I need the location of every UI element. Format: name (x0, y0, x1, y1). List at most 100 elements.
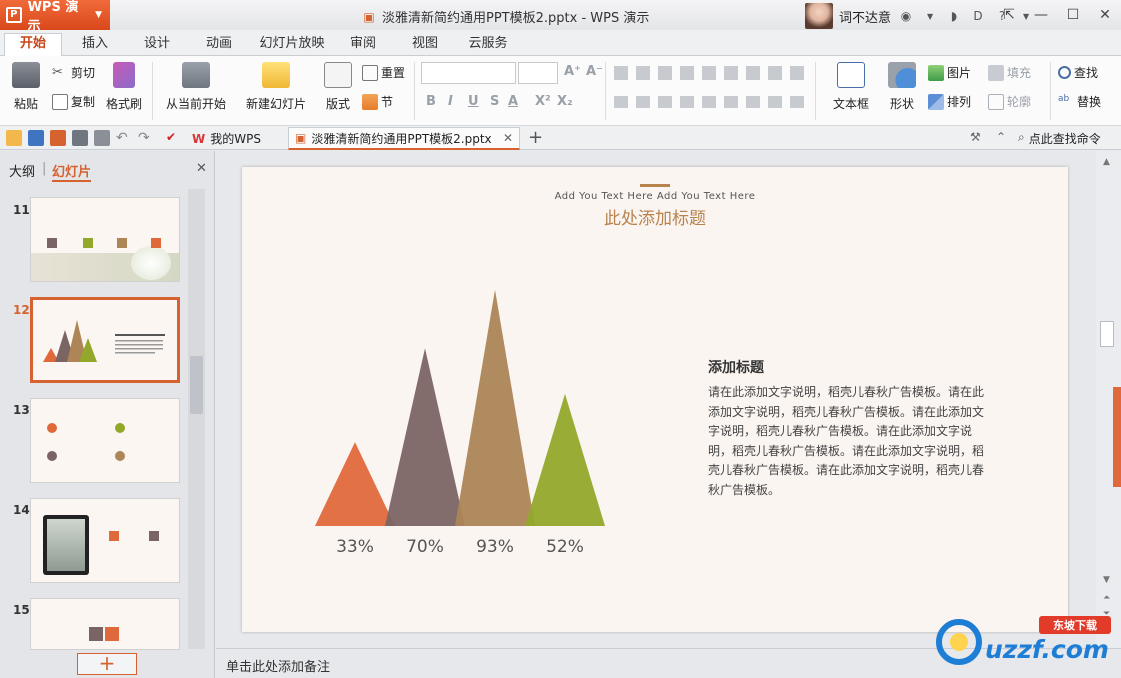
vertical-scrollbar[interactable]: ▲ ▼ ⏶ ⏷ (1096, 151, 1121, 648)
fullscreen-icon[interactable]: ⇱ (993, 0, 1025, 30)
scrollbar-thumb[interactable] (1100, 321, 1114, 347)
open-folder-icon[interactable] (6, 130, 22, 146)
title-accent-bar (640, 184, 670, 187)
add-slide-button[interactable]: + (77, 653, 137, 675)
layout-icon (324, 62, 352, 88)
tab-cloud[interactable]: 云服务 (460, 34, 516, 56)
font-name-select[interactable] (421, 62, 516, 84)
tab-home[interactable]: 开始 (4, 33, 62, 57)
slide-thumbnail-15[interactable] (30, 598, 180, 650)
skin-icon[interactable]: D (969, 7, 987, 25)
minimize-icon[interactable]: — (1025, 0, 1057, 30)
redo-icon[interactable]: ↷ (138, 130, 154, 146)
previous-slide-icon[interactable]: ⏶ (1103, 593, 1110, 603)
chart-triangle-2[interactable] (385, 348, 465, 526)
close-icon[interactable]: ✕ (196, 161, 207, 176)
side-heading[interactable]: 添加标题 (708, 357, 764, 377)
layout-button[interactable]: 版式 (320, 62, 356, 112)
font-color-button[interactable]: A (508, 94, 518, 109)
wps-menu-button[interactable]: P WPS 演示 ▼ (0, 0, 110, 34)
tab-my-wps[interactable]: W 我的WPS (186, 127, 267, 150)
tab-view[interactable]: 视图 (400, 34, 450, 56)
slide-thumbnail-14[interactable] (30, 498, 180, 583)
new-tab-icon[interactable]: + (528, 127, 543, 148)
font-size-select[interactable] (518, 62, 558, 84)
replace-button[interactable]: ab 替换 (1058, 93, 1101, 110)
underline-button[interactable]: U (468, 94, 479, 109)
slide-number: 13 (13, 403, 30, 417)
slide-panel-scrollbar[interactable] (188, 189, 205, 649)
tab-review[interactable]: 审阅 (340, 34, 386, 56)
find-button[interactable]: 查找 (1058, 64, 1098, 81)
triangle-chart[interactable]: 33% 70% 93% 52% (302, 272, 622, 567)
ribbon-divider (152, 62, 153, 120)
scroll-down-icon[interactable]: ▼ (1103, 575, 1110, 585)
undo-icon[interactable]: ↶ (116, 130, 132, 146)
format-painter-button[interactable]: 格式刷 (104, 62, 144, 112)
textbox-label: 文本框 (832, 97, 869, 111)
scrollbar-thumb[interactable] (190, 356, 203, 414)
new-slide-icon (262, 62, 290, 88)
strike-button[interactable]: S (490, 94, 499, 109)
close-icon[interactable]: ✕ (503, 131, 513, 145)
alignment-tools[interactable] (614, 96, 804, 108)
font-size-up-button[interactable]: A⁺ (564, 64, 581, 79)
tab-animation[interactable]: 动画 (194, 34, 244, 56)
bold-button[interactable]: B (426, 94, 436, 109)
print-icon[interactable] (72, 130, 88, 146)
export-pdf-icon[interactable] (50, 130, 66, 146)
italic-button[interactable]: I (448, 94, 453, 109)
paste-button[interactable]: 粘贴 (8, 62, 44, 112)
command-search[interactable]: ⌕ 点此查找命令 (1018, 130, 1101, 147)
close-icon[interactable]: ✕ (1089, 0, 1121, 30)
slide-thumbnail-13[interactable] (30, 398, 180, 483)
chart-triangle-4[interactable] (525, 393, 605, 526)
user-name[interactable]: 词不达意 (839, 7, 891, 26)
print-preview-icon[interactable] (94, 130, 110, 146)
collapse-ribbon-icon[interactable]: ⌃ (996, 130, 1006, 144)
outline-button[interactable]: 轮廓 (988, 93, 1031, 110)
paragraph-tools[interactable] (614, 66, 804, 80)
scroll-up-icon[interactable]: ▲ (1103, 157, 1110, 167)
side-body-text[interactable]: 请在此添加文字说明，稻壳儿春秋广告模板。请在此添加文字说明，稻壳儿春秋广告模板。… (708, 383, 984, 500)
subscript-button[interactable]: X₂ (557, 94, 573, 109)
arrange-button[interactable]: 排列 (928, 93, 971, 110)
tools-icon[interactable]: ⚒ (970, 130, 981, 144)
tab-design[interactable]: 设计 (132, 34, 182, 56)
shape-button[interactable]: 形状 (882, 62, 922, 112)
side-panel-toggle[interactable] (1113, 387, 1121, 487)
chart-triangle-1[interactable] (315, 442, 395, 526)
tab-current-document[interactable]: ▣ 淡雅清新简约通用PPT模板2.pptx ✕ (288, 127, 520, 150)
tab-insert[interactable]: 插入 (70, 34, 120, 56)
slide-title[interactable]: 此处添加标题 (242, 204, 1068, 229)
slide-thumbnail-12[interactable] (30, 297, 180, 383)
tab-outline[interactable]: 大纲 (9, 161, 35, 180)
maximize-icon[interactable]: ☐ (1057, 0, 1089, 30)
share-icon[interactable]: ◗ (945, 7, 963, 25)
copy-button[interactable]: 复制 (52, 93, 95, 110)
save-icon[interactable] (28, 130, 44, 146)
fill-button[interactable]: 填充 (988, 64, 1031, 81)
superscript-button[interactable]: X² (535, 94, 551, 109)
slide-thumbnail-11[interactable] (30, 197, 180, 282)
replace-icon: ab (1058, 93, 1070, 104)
arrange-label: 排列 (947, 95, 972, 109)
badge-icon[interactable]: ◉ (897, 7, 915, 25)
new-slide-button[interactable]: 新建幻灯片 (240, 62, 312, 112)
tab-slides[interactable]: 幻灯片 (52, 161, 92, 182)
chart-triangle-3[interactable] (455, 289, 535, 526)
slide-subtitle[interactable]: Add You Text Here Add You Text Here (242, 191, 1068, 202)
avatar[interactable] (805, 3, 833, 29)
textbox-button[interactable]: 文本框 (826, 62, 876, 112)
chevron-down-icon[interactable]: ▼ (921, 7, 939, 25)
slide-number: 11 (13, 203, 30, 217)
reset-button[interactable]: 重置 (362, 64, 405, 81)
section-button[interactable]: 节 (362, 93, 393, 110)
customize-icon[interactable]: ✔ (166, 130, 182, 146)
font-size-down-button[interactable]: A⁻ (586, 64, 603, 79)
cut-button[interactable]: ✂ 剪切 (52, 64, 95, 81)
picture-button[interactable]: 图片 (928, 64, 971, 81)
slide-canvas[interactable]: Add You Text Here Add You Text Here 此处添加… (242, 167, 1068, 632)
tab-slideshow[interactable]: 幻灯片放映 (254, 34, 330, 56)
from-current-button[interactable]: 从当前开始 (160, 62, 232, 112)
